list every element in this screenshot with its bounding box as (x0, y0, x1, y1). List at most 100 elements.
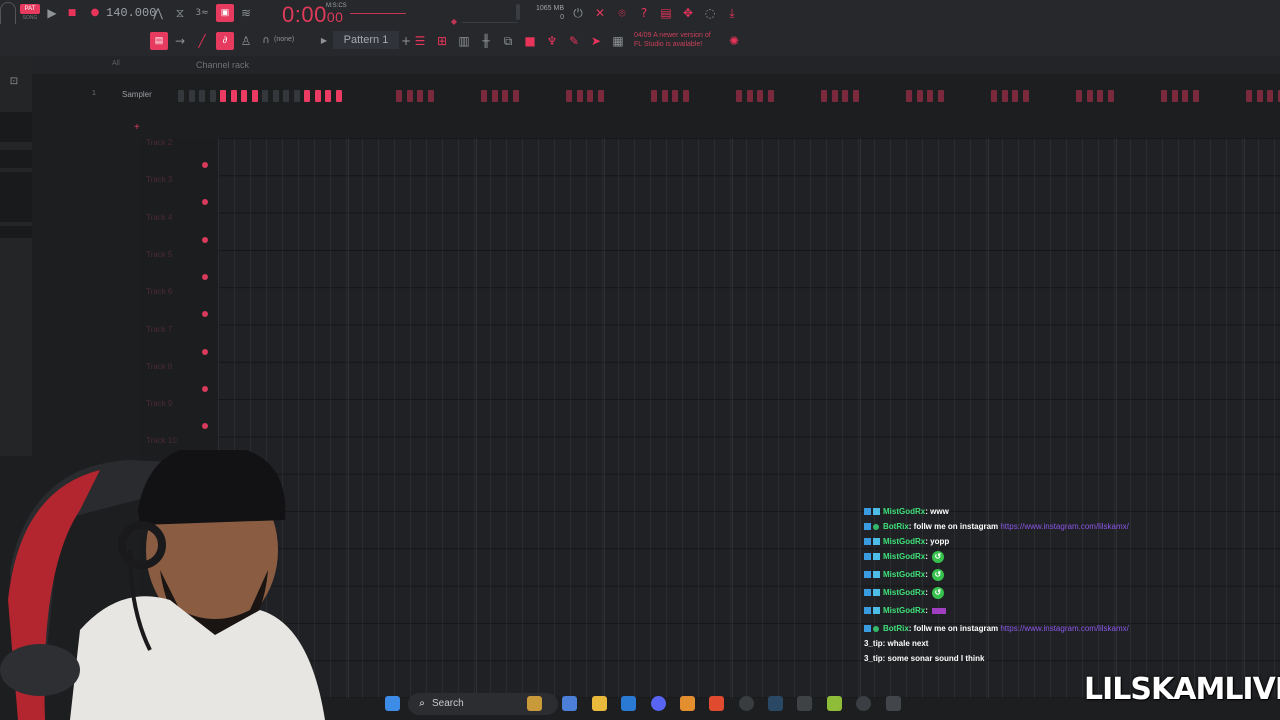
step-button[interactable] (1182, 90, 1188, 102)
app-icon[interactable] (827, 696, 842, 711)
record-icon[interactable]: ● (87, 5, 103, 21)
windows-start-icon[interactable] (385, 696, 400, 711)
step-button[interactable] (406, 90, 413, 102)
track-header[interactable]: Track 6 (146, 287, 172, 296)
stop-icon[interactable]: ■ (64, 5, 80, 21)
step-button[interactable] (576, 90, 583, 102)
discord-icon[interactable] (651, 696, 666, 711)
wait-icon[interactable]: ⧖ (172, 5, 188, 21)
fl-studio-taskbar-icon[interactable] (680, 696, 695, 711)
track-header[interactable]: Track 9 (146, 399, 172, 408)
tempo-display[interactable]: 140.000 (106, 6, 156, 22)
step-button[interactable] (927, 90, 933, 102)
step-button[interactable] (991, 90, 997, 102)
play-icon[interactable]: ▶ (44, 5, 60, 21)
step-button[interactable] (746, 90, 753, 102)
track-header[interactable]: Track 10 (146, 436, 177, 445)
channel-filter[interactable]: All (112, 60, 120, 67)
step-button[interactable] (1086, 90, 1093, 102)
pitch-knob-icon[interactable]: ◆ (446, 14, 462, 30)
step-button[interactable] (491, 90, 498, 102)
step-button[interactable] (1012, 90, 1018, 102)
step-button[interactable] (209, 90, 216, 102)
channel-rack-icon[interactable]: ⊞ (434, 33, 450, 49)
microphone-icon[interactable]: ⌾ (614, 5, 630, 21)
track-header[interactable]: Track 4 (146, 213, 172, 222)
mixer-icon[interactable]: ☰ (412, 33, 428, 49)
step-button[interactable] (672, 90, 678, 102)
render-icon[interactable]: ▦ (610, 33, 626, 49)
song-mode-badge[interactable]: PAT (20, 4, 40, 14)
step-button[interactable] (1076, 90, 1082, 102)
channel-number[interactable]: 1 (92, 90, 96, 97)
track-enable-led[interactable] (202, 348, 208, 355)
channel-name-button[interactable]: Sampler (122, 90, 152, 99)
step-button[interactable] (1161, 90, 1167, 102)
step-button[interactable] (587, 90, 593, 102)
step-button[interactable] (1246, 90, 1252, 102)
track-enable-led[interactable] (202, 273, 208, 280)
step-button[interactable] (1267, 90, 1273, 102)
widget-icon[interactable] (527, 696, 542, 711)
step-button[interactable] (188, 90, 195, 102)
step-button[interactable] (1192, 90, 1199, 102)
step-edit-icon[interactable]: ≋ (238, 5, 254, 21)
step-button[interactable] (852, 90, 859, 102)
copilot-icon[interactable] (562, 696, 577, 711)
track-header[interactable]: Track 7 (146, 325, 172, 334)
step-button[interactable] (937, 90, 944, 102)
playlist-view-icon[interactable]: ▤ (150, 32, 168, 50)
draw-tool-icon[interactable]: ╱ (194, 33, 210, 49)
step-button[interactable] (736, 90, 742, 102)
track-header[interactable]: Track 2 (146, 138, 172, 147)
steam-icon[interactable] (768, 696, 783, 711)
step-button[interactable] (241, 90, 247, 102)
step-button[interactable] (767, 90, 774, 102)
step-button[interactable] (906, 90, 912, 102)
add-channel-button[interactable]: + (134, 122, 140, 133)
delete-icon[interactable]: ■ (522, 33, 538, 49)
step-button[interactable] (427, 90, 434, 102)
song-mode-label[interactable]: SONG (20, 14, 40, 22)
master-volume-line[interactable] (350, 13, 406, 14)
help-icon[interactable]: ? (636, 5, 652, 21)
step-button[interactable] (1022, 90, 1029, 102)
step-button[interactable] (842, 90, 848, 102)
news-panel[interactable]: 04/09 A newer version of FL Studio is ava… (634, 31, 711, 49)
step-button[interactable] (396, 90, 402, 102)
track-header[interactable]: Track 8 (146, 362, 172, 371)
step-button[interactable] (335, 90, 342, 102)
tools-icon[interactable]: ✎ (566, 33, 582, 49)
news-gear-icon[interactable]: ✺ (726, 33, 742, 49)
step-button[interactable] (272, 90, 279, 102)
plugin-icon[interactable]: ✥ (680, 5, 696, 21)
step-button[interactable] (178, 90, 184, 102)
step-button[interactable] (1171, 90, 1178, 102)
step-button[interactable] (293, 90, 300, 102)
step-button[interactable] (757, 90, 763, 102)
step-button[interactable] (831, 90, 838, 102)
download-icon[interactable]: ⤓ (724, 5, 740, 21)
step-button[interactable] (597, 90, 604, 102)
step-button[interactable] (251, 90, 258, 102)
step-button[interactable] (502, 90, 508, 102)
step-button[interactable] (1107, 90, 1114, 102)
metronome-icon[interactable]: ⋀ (150, 5, 166, 21)
step-button[interactable] (1001, 90, 1008, 102)
sync-icon[interactable]: ➤ (588, 33, 604, 49)
step-button[interactable] (916, 90, 923, 102)
step-button[interactable] (314, 90, 321, 102)
step-button[interactable] (566, 90, 572, 102)
brave-icon[interactable] (709, 696, 724, 711)
loop-record-icon[interactable]: ▣ (216, 4, 234, 22)
track-header[interactable]: Track 3 (146, 175, 172, 184)
app-icon[interactable] (797, 696, 812, 711)
obs-icon[interactable] (739, 696, 754, 711)
browser-icon[interactable]: ⧉ (500, 33, 516, 49)
file-explorer-icon[interactable] (592, 696, 607, 711)
step-button[interactable] (304, 90, 310, 102)
stamp-icon[interactable]: ♙ (238, 33, 254, 49)
folder-icon[interactable]: ⊡ (6, 74, 22, 90)
step-button[interactable] (199, 90, 205, 102)
track-enable-led[interactable] (202, 385, 208, 392)
